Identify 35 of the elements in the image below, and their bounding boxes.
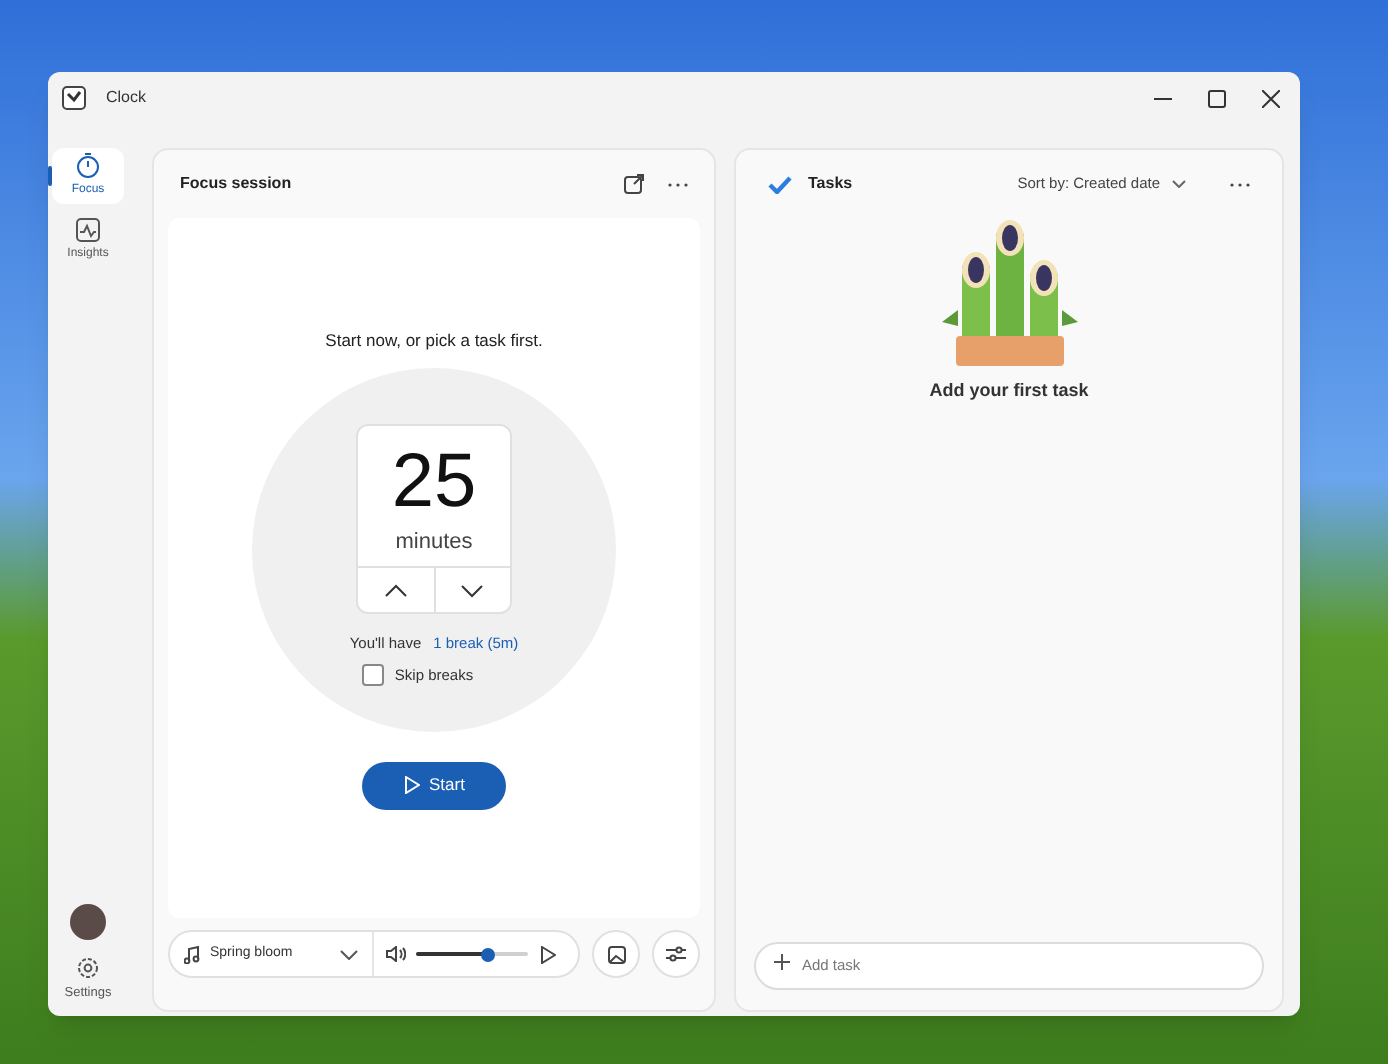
music-note-icon [184,945,200,963]
panel-title: Focus session [180,172,292,196]
minutes-value: 25 [391,437,477,526]
close-icon[interactable] [1262,89,1280,107]
checkmark-icon [768,175,792,193]
settings-button[interactable] [652,930,700,978]
stopwatch-icon [76,152,100,178]
sliders-icon [666,946,686,962]
maximize-icon[interactable] [1208,89,1226,107]
volume-slider[interactable] [416,946,528,962]
chevron-up-icon [383,583,408,598]
plus-icon [774,954,790,970]
chevron-down-icon [340,949,358,959]
chevron-down-icon [1172,180,1186,188]
pop-out-icon[interactable] [624,174,644,194]
chevron-down-icon [460,583,485,598]
image-button[interactable] [592,930,640,978]
volume-icon [386,946,406,962]
play-icon[interactable] [540,945,556,963]
more-icon[interactable] [668,181,688,187]
settings-icon [76,956,100,981]
image-icon [607,945,625,963]
more-icon[interactable] [1230,181,1250,187]
clock-app-icon [62,86,86,110]
minutes-label: minutes [395,527,473,558]
start-button[interactable]: Start [362,761,506,810]
prompt-text: Start now, or pick a task first. [325,328,543,354]
play-icon [403,776,420,795]
window-title: Clock [106,86,147,110]
checkbox[interactable] [362,663,385,686]
volume-thumb[interactable] [481,947,496,961]
panel-title: Tasks [808,172,853,196]
chart-icon [76,217,100,241]
avatar[interactable] [70,904,106,941]
empty-state-text: Add your first task [929,378,1089,404]
